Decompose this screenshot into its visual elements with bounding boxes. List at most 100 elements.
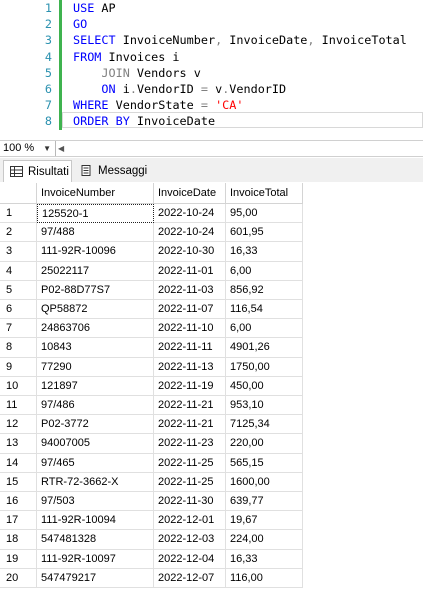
table-cell[interactable]: 121897 <box>37 376 154 396</box>
table-row[interactable]: 4 25022117 2022-11-01 6,00 <box>0 261 303 283</box>
table-cell[interactable]: 2022-11-30 <box>154 492 226 512</box>
table-cell[interactable]: 2022-11-25 <box>154 472 226 492</box>
table-cell[interactable]: 639,77 <box>226 492 303 512</box>
table-row[interactable]: 2 97/488 2022-10-24 601,95 <box>0 223 303 244</box>
table-cell[interactable]: 2022-11-10 <box>154 319 226 339</box>
table-cell[interactable]: 25022117 <box>37 261 154 281</box>
table-row[interactable]: 13 94007005 2022-11-23 220,00 <box>0 434 303 455</box>
row-number[interactable]: 6 <box>0 300 37 320</box>
row-number[interactable]: 9 <box>0 357 37 377</box>
code-line[interactable]: 8 ORDER BY InvoiceDate <box>0 113 423 129</box>
table-row[interactable]: 17 111-92R-10094 2022-12-01 19,67 <box>0 511 303 532</box>
table-cell[interactable]: 2022-11-03 <box>154 280 226 300</box>
table-row[interactable]: 5 P02-88D77S7 2022-11-03 856,92 <box>0 280 303 302</box>
table-cell[interactable]: 547479217 <box>37 568 154 588</box>
table-cell[interactable]: 10843 <box>37 338 154 358</box>
code-line[interactable]: 7 WHERE VendorState = 'CA' <box>0 97 423 113</box>
table-cell[interactable]: 224,00 <box>226 530 303 550</box>
table-cell[interactable]: 1750,00 <box>226 357 303 377</box>
table-cell[interactable]: 16,33 <box>226 242 303 262</box>
table-cell[interactable]: 24863706 <box>37 319 154 339</box>
table-cell[interactable]: 111-92R-10094 <box>37 511 154 531</box>
table-cell[interactable]: 2022-10-30 <box>154 242 226 262</box>
table-cell[interactable]: 2022-11-19 <box>154 376 226 396</box>
row-header-corner[interactable] <box>0 183 37 204</box>
column-header-invoicenumber[interactable]: InvoiceNumber <box>37 183 154 204</box>
table-row[interactable]: 16 97/503 2022-11-30 639,77 <box>0 492 303 513</box>
table-cell[interactable]: 97/488 <box>37 223 154 243</box>
column-header-invoicedate[interactable]: InvoiceDate <box>154 183 226 204</box>
table-cell[interactable]: QP58872 <box>37 300 154 320</box>
row-number[interactable]: 8 <box>0 338 37 358</box>
table-cell[interactable]: 111-92R-10097 <box>37 549 154 569</box>
row-number[interactable]: 15 <box>0 472 37 492</box>
row-number[interactable]: 5 <box>0 280 37 300</box>
table-cell[interactable]: 2022-11-13 <box>154 357 226 377</box>
results-grid[interactable]: InvoiceNumber InvoiceDate InvoiceTotal 1… <box>0 183 423 588</box>
row-number[interactable]: 14 <box>0 453 37 473</box>
table-cell[interactable]: 116,00 <box>226 568 303 588</box>
row-number[interactable]: 20 <box>0 568 37 588</box>
table-cell[interactable]: 2022-10-24 <box>154 204 226 224</box>
table-cell[interactable]: RTR-72-3662-X <box>37 472 154 492</box>
table-row[interactable]: 3 111-92R-10096 2022-10-30 16,33 <box>0 242 303 263</box>
table-cell[interactable]: 7125,34 <box>226 415 303 435</box>
table-cell[interactable]: 601,95 <box>226 223 303 243</box>
code-line[interactable]: 2 GO <box>0 16 423 32</box>
table-cell[interactable]: 6,00 <box>226 261 303 281</box>
row-number[interactable]: 13 <box>0 434 37 454</box>
sql-editor[interactable]: 1 USE AP 2 GO 3 SELECT InvoiceNumber, Invoice… <box>0 0 423 137</box>
table-cell[interactable]: 856,92 <box>226 280 303 300</box>
row-number[interactable]: 16 <box>0 492 37 512</box>
table-cell[interactable]: 6,00 <box>226 319 303 339</box>
table-cell[interactable]: 565,15 <box>226 453 303 473</box>
table-cell[interactable]: 2022-12-04 <box>154 549 226 569</box>
row-number[interactable]: 17 <box>0 511 37 531</box>
table-cell[interactable]: 2022-11-11 <box>154 338 226 358</box>
table-cell[interactable]: 94007005 <box>37 434 154 454</box>
table-row[interactable]: 15 RTR-72-3662-X 2022-11-25 1600,00 <box>0 472 303 494</box>
tab-results[interactable]: Risultati <box>3 160 72 182</box>
table-cell[interactable]: 220,00 <box>226 434 303 454</box>
table-row[interactable]: 18 547481328 2022-12-03 224,00 <box>0 530 303 551</box>
table-row[interactable]: 8 10843 2022-11-11 4901,26 <box>0 338 303 359</box>
zoom-select[interactable]: 100 % ▼ <box>0 141 56 156</box>
table-cell[interactable]: 77290 <box>37 357 154 377</box>
row-number[interactable]: 4 <box>0 261 37 281</box>
table-cell[interactable]: 19,67 <box>226 511 303 531</box>
table-row[interactable]: 19 111-92R-10097 2022-12-04 16,33 <box>0 549 303 571</box>
table-cell[interactable]: 116,54 <box>226 300 303 320</box>
scroll-left-icon[interactable]: ◀ <box>58 143 67 154</box>
table-row[interactable]: 9 77290 2022-11-13 1750,00 <box>0 357 303 379</box>
table-cell[interactable]: 97/503 <box>37 492 154 512</box>
row-number[interactable]: 3 <box>0 242 37 262</box>
table-cell[interactable]: 16,33 <box>226 549 303 569</box>
table-row[interactable]: 1 125520-1 2022-10-24 95,00 <box>0 204 303 225</box>
table-cell[interactable]: 125520-1 <box>37 204 154 224</box>
code-line[interactable]: 4 FROM Invoices i <box>0 49 423 65</box>
row-number[interactable]: 11 <box>0 396 37 416</box>
code-line[interactable]: 6 ON i.VendorID = v.VendorID <box>0 81 423 97</box>
table-cell[interactable]: 2022-11-21 <box>154 396 226 416</box>
table-cell[interactable]: 2022-12-03 <box>154 530 226 550</box>
tab-messages[interactable]: Messaggi <box>74 160 152 182</box>
table-cell[interactable]: 450,00 <box>226 376 303 396</box>
table-row[interactable]: 7 24863706 2022-11-10 6,00 <box>0 319 303 340</box>
table-row[interactable]: 10 121897 2022-11-19 450,00 <box>0 376 303 398</box>
table-cell[interactable]: 547481328 <box>37 530 154 550</box>
table-cell[interactable]: P02-3772 <box>37 415 154 435</box>
table-row[interactable]: 12 P02-3772 2022-11-21 7125,34 <box>0 415 303 436</box>
row-number[interactable]: 1 <box>0 204 37 224</box>
table-cell[interactable]: P02-88D77S7 <box>37 280 154 300</box>
table-row[interactable]: 11 97/486 2022-11-21 953,10 <box>0 396 303 417</box>
table-cell[interactable]: 2022-12-07 <box>154 568 226 588</box>
table-cell[interactable]: 4901,26 <box>226 338 303 358</box>
table-cell[interactable]: 111-92R-10096 <box>37 242 154 262</box>
table-cell[interactable]: 2022-12-01 <box>154 511 226 531</box>
table-row[interactable]: 14 97/465 2022-11-25 565,15 <box>0 453 303 475</box>
row-number[interactable]: 18 <box>0 530 37 550</box>
table-cell[interactable]: 953,10 <box>226 396 303 416</box>
code-line[interactable]: 5 JOIN Vendors v <box>0 65 423 81</box>
row-number[interactable]: 2 <box>0 223 37 243</box>
table-cell[interactable]: 2022-10-24 <box>154 223 226 243</box>
